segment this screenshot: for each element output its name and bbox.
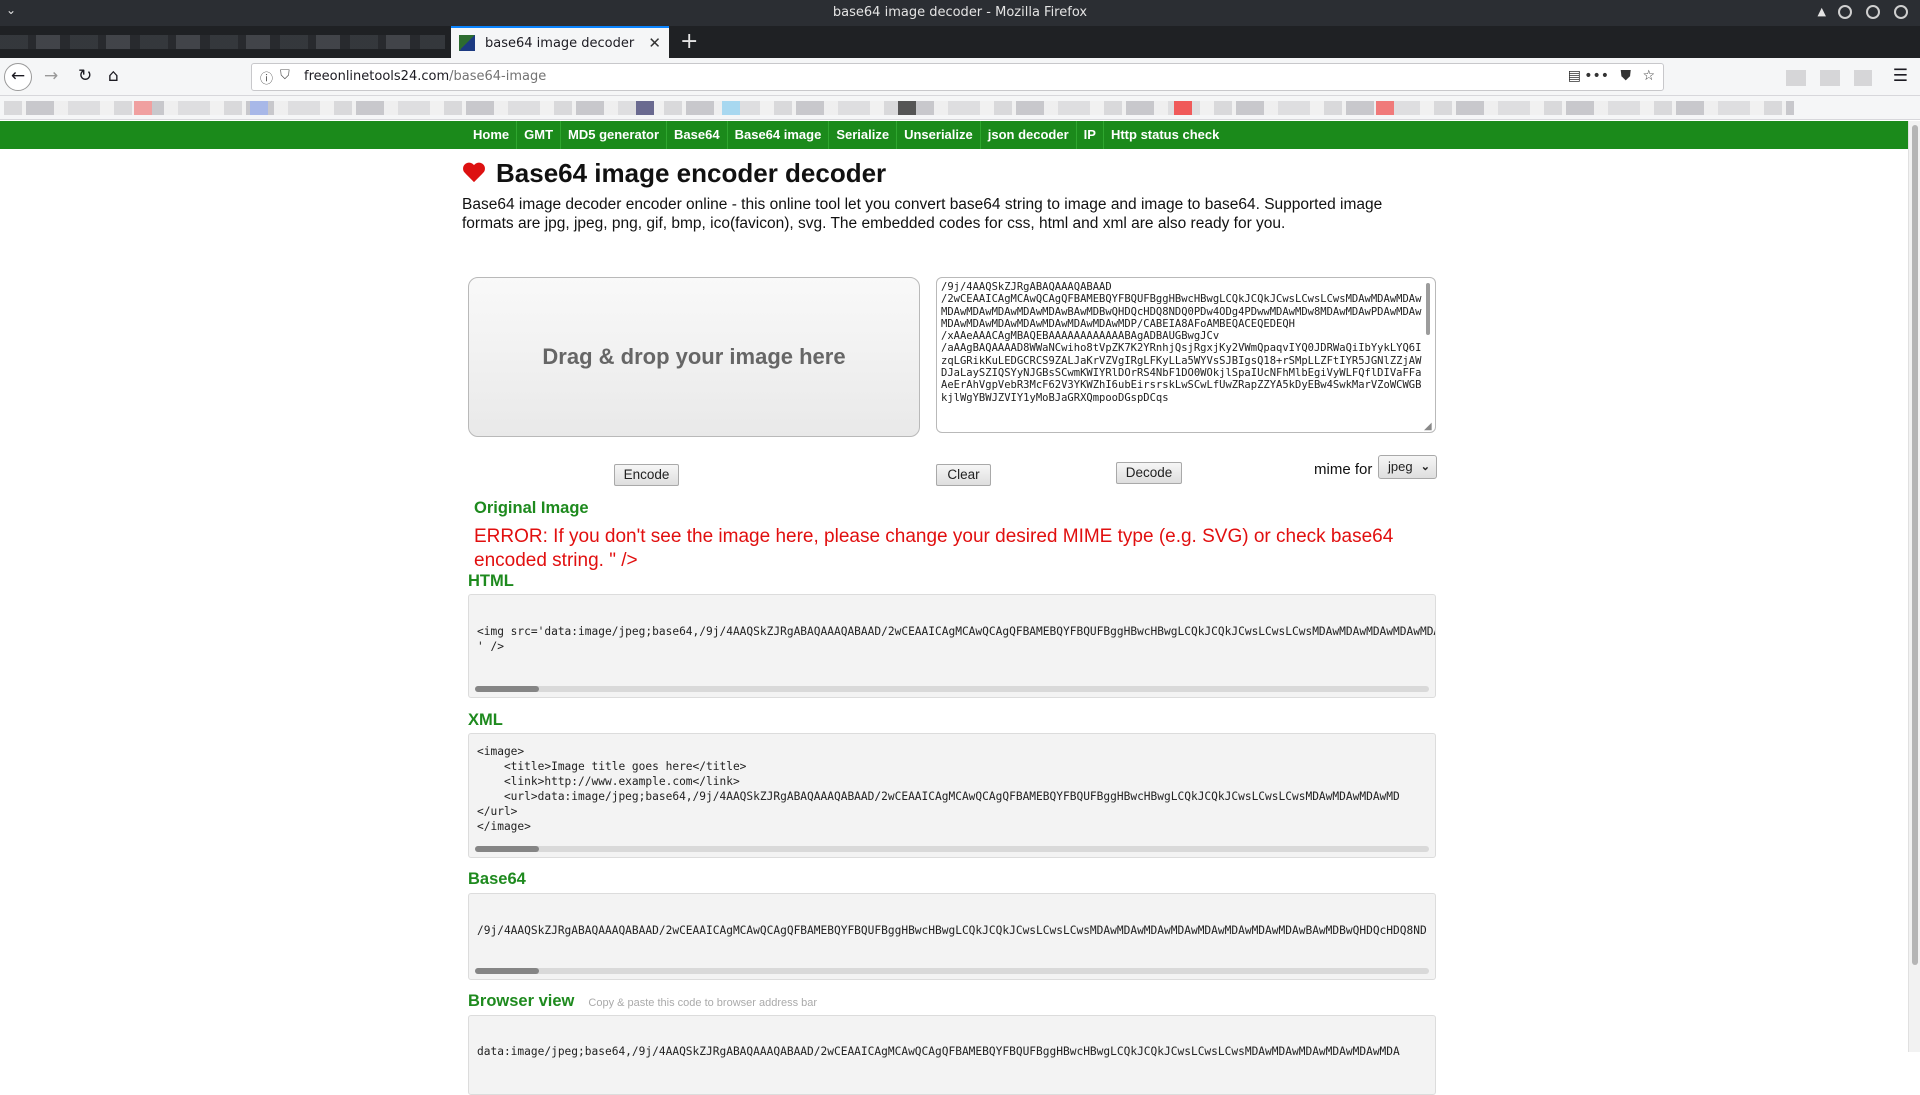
tab-strip: base64 image decoder ✕ + bbox=[0, 26, 1920, 58]
tracking-shield-icon[interactable]: ⛉ bbox=[280, 68, 290, 83]
nav-item-home[interactable]: Home bbox=[466, 121, 518, 149]
decode-button[interactable]: Decode bbox=[1116, 462, 1182, 484]
address-bar[interactable]: ⓘ ⛉ freeonlinetools24.com/base64-image ▤… bbox=[251, 63, 1664, 91]
nav-item-base64-image[interactable]: Base64 image bbox=[728, 121, 830, 149]
minimize-button[interactable] bbox=[1838, 5, 1852, 19]
bookmark-star-icon[interactable]: ☆ bbox=[1642, 68, 1655, 84]
bookmark-favicon-icon[interactable] bbox=[134, 101, 152, 115]
new-tab-icon[interactable]: + bbox=[680, 29, 698, 54]
browser-view-hint: Copy & paste this code to browser addres… bbox=[588, 997, 818, 1009]
bookmark-favicon-icon[interactable] bbox=[636, 101, 654, 115]
bookmark-favicon-icon[interactable] bbox=[1376, 101, 1394, 115]
heart-icon bbox=[462, 162, 486, 184]
url-domain: freeonlinetools24.com bbox=[304, 69, 450, 84]
site-nav: Home GMT MD5 generator Base64 Base64 image Se… bbox=[0, 121, 1908, 149]
site-nav-list: Home GMT MD5 generator Base64 Base64 image Se… bbox=[466, 121, 1226, 149]
html-code[interactable]: <img src='data:image/jpeg;base64,/9j/4AA… bbox=[469, 595, 1435, 654]
forward-arrow-icon[interactable]: → bbox=[44, 66, 58, 86]
window-shade-icon[interactable]: ▲ bbox=[1818, 5, 1826, 19]
base64-input[interactable]: /9j/4AAQSkZJRgABAQAAAQABAAD /2wCEAAICAgM… bbox=[936, 277, 1436, 433]
blurred-tabs[interactable] bbox=[0, 35, 445, 49]
tab-active[interactable]: base64 image decoder ✕ bbox=[451, 26, 669, 58]
xml-code[interactable]: <image> <title>Image title goes here</ti… bbox=[469, 734, 1435, 834]
html-code-box[interactable]: <img src='data:image/jpeg;base64,/9j/4AA… bbox=[468, 594, 1436, 698]
page-viewport: Home GMT MD5 generator Base64 Base64 image Se… bbox=[0, 121, 1908, 1095]
browser-view-code-box[interactable]: data:image/jpeg;base64,/9j/4AAQSkZJRgABA… bbox=[468, 1015, 1436, 1095]
window-controls: ▲ bbox=[1818, 5, 1908, 19]
nav-item-ip[interactable]: IP bbox=[1077, 121, 1104, 149]
back-arrow-icon[interactable]: ← bbox=[4, 63, 32, 91]
menu-hamburger-icon[interactable]: ☰ bbox=[1893, 66, 1908, 86]
scrollbar-thumb[interactable] bbox=[475, 686, 539, 692]
mime-select[interactable]: jpeg ⌄ bbox=[1378, 455, 1437, 479]
page-scrollbar-thumb[interactable] bbox=[1912, 125, 1918, 965]
window-titlebar: ⌄ base64 image decoder - Mozilla Firefox… bbox=[0, 0, 1920, 26]
browser-view-heading-text: Browser view bbox=[468, 992, 575, 1010]
intro-text: Base64 image decoder encoder online - th… bbox=[462, 196, 1383, 232]
main-content: Base64 image encoder decoder Base64 imag… bbox=[462, 157, 1442, 1095]
encode-button[interactable]: Encode bbox=[614, 464, 679, 486]
maximize-button[interactable] bbox=[1866, 5, 1880, 19]
xml-heading: XML bbox=[468, 711, 503, 729]
bookmark-favicon-icon[interactable] bbox=[1174, 101, 1192, 115]
image-dropzone[interactable]: Drag & drop your image here bbox=[468, 277, 920, 437]
site-info-icon[interactable]: ⓘ bbox=[260, 68, 273, 87]
base64-code-scrollbar[interactable] bbox=[475, 968, 1429, 974]
reload-icon[interactable]: ↻ bbox=[78, 66, 92, 86]
original-image-heading: Original Image bbox=[474, 499, 589, 517]
navigation-toolbar: ← → ↻ ⌂ ⓘ ⛉ freeonlinetools24.com/base64… bbox=[0, 58, 1920, 96]
url-path: /base64-image bbox=[449, 69, 547, 84]
scrollbar-thumb[interactable] bbox=[475, 968, 539, 974]
url-text[interactable]: freeonlinetools24.com/base64-image bbox=[304, 69, 546, 84]
base64-heading: Base64 bbox=[468, 870, 526, 888]
reader-view-icon[interactable]: ▤ bbox=[1568, 68, 1581, 84]
chevron-down-icon: ⌄ bbox=[1420, 461, 1430, 473]
bookmark-favicon-icon[interactable] bbox=[898, 101, 916, 115]
home-icon[interactable]: ⌂ bbox=[108, 66, 119, 86]
html-code-scrollbar[interactable] bbox=[475, 686, 1429, 692]
nav-item-http-status-check[interactable]: Http status check bbox=[1104, 121, 1226, 149]
nav-item-base64[interactable]: Base64 bbox=[667, 121, 728, 149]
resize-grip-icon[interactable]: ◢ bbox=[1424, 421, 1432, 432]
page-actions-icon[interactable]: ••• bbox=[1584, 68, 1609, 84]
error-message: ERROR: If you don't see the image here, … bbox=[474, 526, 1394, 571]
browser-view-code[interactable]: data:image/jpeg;base64,/9j/4AAQSkZJRgABA… bbox=[469, 1016, 1435, 1059]
nav-item-json-decoder[interactable]: json decoder bbox=[981, 121, 1077, 149]
html-heading: HTML bbox=[468, 572, 514, 590]
page-title: Base64 image encoder decoder bbox=[462, 157, 1442, 189]
page-scrollbar[interactable] bbox=[1908, 121, 1920, 1052]
page-title-text: Base64 image encoder decoder bbox=[496, 157, 887, 188]
browser-view-heading: Browser view Copy & paste this code to br… bbox=[468, 992, 817, 1011]
nav-item-md5-generator[interactable]: MD5 generator bbox=[561, 121, 668, 149]
base64-code-box[interactable]: /9j/4AAQSkZJRgABAQAAAQABAAD/2wCEAAICAgMC… bbox=[468, 893, 1436, 980]
scrollbar-thumb[interactable] bbox=[475, 846, 539, 852]
nav-item-gmt[interactable]: GMT bbox=[517, 121, 562, 149]
bookmark-favicon-icon[interactable] bbox=[250, 101, 268, 115]
bookmark-favicon-icon[interactable] bbox=[722, 101, 740, 115]
clear-button[interactable]: Clear bbox=[936, 464, 991, 486]
tab-title: base64 image decoder bbox=[485, 35, 635, 51]
base64-code[interactable]: /9j/4AAQSkZJRgABAQAAAQABAAD/2wCEAAICAgMC… bbox=[469, 894, 1435, 938]
site-favicon-icon bbox=[459, 35, 475, 51]
close-window-button[interactable] bbox=[1894, 5, 1908, 19]
xml-code-box[interactable]: <image> <title>Image title goes here</ti… bbox=[468, 733, 1436, 858]
pocket-icon[interactable]: ⛊ bbox=[1621, 68, 1632, 84]
mime-select-value: jpeg bbox=[1388, 459, 1413, 474]
nav-item-serialize[interactable]: Serialize bbox=[829, 121, 898, 149]
xml-code-scrollbar[interactable] bbox=[475, 846, 1429, 852]
textarea-scrollbar[interactable] bbox=[1426, 283, 1430, 335]
tab-close-icon[interactable]: ✕ bbox=[648, 34, 661, 52]
nav-item-unserialize[interactable]: Unserialize bbox=[897, 121, 981, 149]
toolbar-extension-icons[interactable] bbox=[1786, 70, 1872, 86]
window-title: base64 image decoder - Mozilla Firefox bbox=[832, 5, 1088, 20]
bookmarks-toolbar bbox=[0, 96, 1920, 120]
mime-label: mime for bbox=[1314, 461, 1373, 478]
